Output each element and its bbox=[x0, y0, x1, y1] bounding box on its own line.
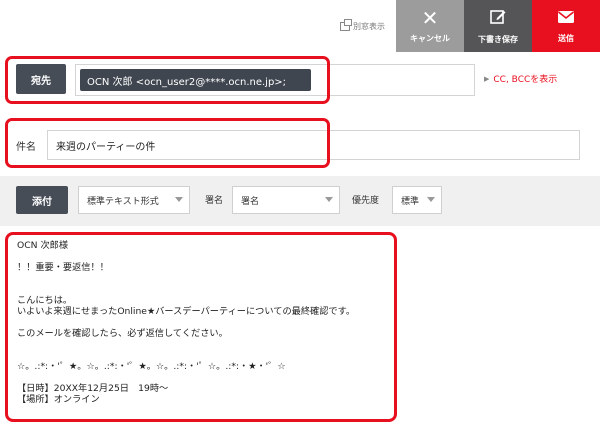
chevron-down-icon bbox=[427, 197, 435, 202]
format-select[interactable]: 標準テキスト形式 bbox=[78, 186, 190, 214]
top-toolbar: 別窓表示 ✕ キャンセル 下書き保存 送信 bbox=[0, 0, 600, 52]
show-cc-bcc-label: CC, BCCを表示 bbox=[493, 75, 558, 85]
popout-window-link[interactable]: 別窓表示 bbox=[340, 18, 385, 34]
signature-label: 署名 bbox=[205, 196, 224, 206]
save-draft-button[interactable]: 下書き保存 bbox=[464, 0, 532, 52]
priority-select-value: 標準 bbox=[401, 196, 420, 207]
priority-label: 優先度 bbox=[352, 196, 380, 206]
cancel-button-label: キャンセル bbox=[410, 34, 450, 43]
popout-window-icon bbox=[340, 18, 352, 31]
edit-icon bbox=[489, 8, 507, 29]
signature-select-value: 署名 bbox=[241, 196, 260, 207]
priority-select[interactable]: 標準 bbox=[392, 186, 442, 214]
popout-window-label: 別窓表示 bbox=[353, 21, 385, 31]
chevron-down-icon bbox=[325, 197, 333, 202]
cancel-button[interactable]: ✕ キャンセル bbox=[396, 0, 464, 52]
chevron-right-icon: ▶ bbox=[484, 74, 490, 83]
attach-button[interactable]: 添付 bbox=[16, 186, 68, 214]
show-cc-bcc-link[interactable]: ▶ CC, BCCを表示 bbox=[484, 72, 558, 86]
highlight-frame-body bbox=[5, 232, 397, 422]
highlight-frame-recipient bbox=[5, 56, 330, 104]
send-button[interactable]: 送信 bbox=[532, 0, 600, 52]
signature-select[interactable]: 署名 bbox=[232, 186, 340, 214]
mail-icon bbox=[557, 8, 575, 28]
chevron-down-icon bbox=[175, 197, 183, 202]
highlight-frame-subject bbox=[5, 118, 330, 168]
close-icon: ✕ bbox=[421, 6, 439, 30]
send-button-label: 送信 bbox=[558, 34, 574, 43]
save-draft-button-label: 下書き保存 bbox=[478, 34, 518, 44]
format-select-value: 標準テキスト形式 bbox=[87, 196, 159, 207]
